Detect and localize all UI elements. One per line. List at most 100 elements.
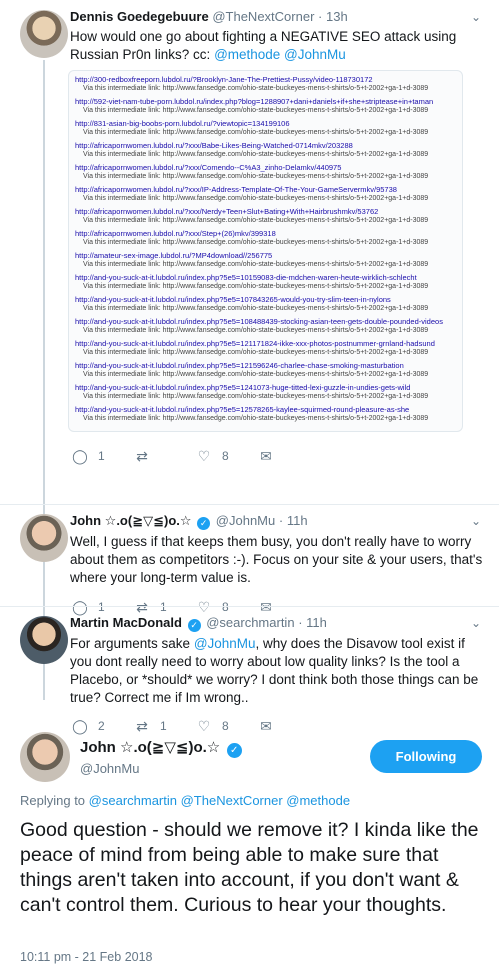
divider (0, 504, 499, 505)
divider (0, 606, 499, 607)
link-entry: http://amateur-sex-image.lubdol.ru/?MP4d… (75, 251, 456, 269)
reply-button[interactable]: ◯ 1 (72, 599, 134, 616)
link-url: http://africapornwomen.lubdol.ru/?xxx/Co… (75, 163, 342, 172)
reply-button[interactable]: ◯ 1 (72, 448, 134, 465)
link-url: http://africapornwomen.lubdol.ru/?xxx/St… (75, 229, 276, 238)
link-via-text: Via this intermediate link: http://www.f… (83, 393, 429, 400)
verified-badge-icon: ✓ (197, 517, 211, 530)
replying-to: Replying to @searchmartin @TheNextCorner… (20, 793, 350, 808)
envelope-icon: ✉ (258, 599, 274, 616)
link-via-text: Via this intermediate link: http://www.f… (83, 173, 429, 180)
following-button[interactable]: Following (370, 740, 482, 773)
direct-message-button[interactable]: ✉ (258, 718, 320, 735)
attached-image-link-list[interactable]: http://300-redboxfreeporn.lubdol.ru/?Bro… (68, 70, 463, 432)
author-name[interactable]: Dennis Goedegebuure (70, 9, 209, 24)
link-url: http://africapornwomen.lubdol.ru/?xxx/IP… (75, 185, 397, 194)
tweet-text: How would one go about fighting a NEGATI… (70, 28, 487, 64)
direct-message-button[interactable]: ✉ (258, 599, 320, 616)
replying-label: Replying to (20, 793, 89, 808)
link-entry: http://africapornwomen.lubdol.ru/?xxx/Co… (75, 163, 456, 181)
author-handle[interactable]: @JohnMu (216, 513, 275, 528)
author-name[interactable]: Martin MacDonald (70, 615, 182, 630)
retweet-icon: ⇄ (136, 447, 148, 464)
chevron-down-icon[interactable]: ⌄ (471, 10, 481, 24)
link-entry: http://africapornwomen.lubdol.ru/?xxx/IP… (75, 185, 456, 203)
tweet-text-part: For arguments sake (70, 636, 194, 651)
author-name[interactable]: John ☆.o(≧▽≦)o.☆ (80, 739, 220, 756)
like-count: 8 (222, 600, 229, 614)
like-count: 8 (222, 449, 229, 463)
retweet-button[interactable]: ⇄ (134, 448, 196, 465)
mention-links[interactable]: @methode @JohnMu (214, 47, 346, 62)
tweet-timestamp[interactable]: 10:11 pm - 21 Feb 2018 (20, 950, 153, 964)
replying-to-links[interactable]: @searchmartin @TheNextCorner @methode (89, 793, 350, 808)
avatar[interactable] (20, 732, 70, 782)
link-url: http://africapornwomen.lubdol.ru/?xxx/Ba… (75, 141, 353, 150)
link-via-text: Via this intermediate link: http://www.f… (83, 371, 429, 378)
like-count: 8 (222, 719, 229, 733)
tweet-dennis[interactable]: ⌄ Dennis Goedegebuure @TheNextCorner · 1… (0, 8, 499, 467)
tweet-actions: ◯ 1 ⇄ ♡ 8 ✉ (72, 445, 487, 467)
chevron-down-icon[interactable]: ⌄ (471, 514, 481, 528)
tweet-time[interactable]: 11h (287, 513, 308, 528)
link-entry: http://africapornwomen.lubdol.ru/?xxx/Ba… (75, 141, 456, 159)
link-url: http://amateur-sex-image.lubdol.ru/?MP4d… (75, 251, 273, 260)
tweet-time[interactable]: 13h (326, 9, 348, 24)
chevron-down-icon[interactable]: ⌄ (471, 616, 481, 630)
like-button[interactable]: ♡ 8 (196, 718, 258, 735)
tweet-actions: ◯ 2 ⇄ 1 ♡ 8 ✉ (72, 715, 487, 737)
link-via-text: Via this intermediate link: http://www.f… (83, 129, 429, 136)
link-url: http://300-redboxfreeporn.lubdol.ru/?Bro… (75, 75, 373, 84)
author-handle[interactable]: @TheNextCorner (212, 9, 314, 24)
author-name[interactable]: John ☆.o(≧▽≦)o.☆ (70, 513, 192, 528)
link-url: http://and-you-suck-at-it.lubdol.ru/inde… (75, 295, 391, 304)
tweet-john[interactable]: ⌄ John ☆.o(≧▽≦)o.☆ ✓ @JohnMu · 11h Well,… (0, 512, 499, 618)
tweet-text: Well, I guess if that keeps them busy, y… (70, 534, 483, 585)
link-url: http://592-viet-nam-tube-porn.lubdol.ru/… (75, 97, 434, 106)
link-entry: http://300-redboxfreeporn.lubdol.ru/?Bro… (75, 75, 456, 93)
direct-message-button[interactable]: ✉ (258, 448, 320, 465)
retweet-count: 1 (160, 600, 167, 614)
link-entry: http://592-viet-nam-tube-porn.lubdol.ru/… (75, 97, 456, 115)
link-url: http://and-you-suck-at-it.lubdol.ru/inde… (75, 405, 410, 414)
link-via-text: Via this intermediate link: http://www.f… (83, 261, 429, 268)
tweet-martin[interactable]: ⌄ Martin MacDonald ✓ @searchmartin · 11h… (0, 614, 499, 737)
dot-separator: · (298, 615, 303, 630)
link-via-text: Via this intermediate link: http://www.f… (83, 239, 429, 246)
link-url: http://and-you-suck-at-it.lubdol.ru/inde… (75, 317, 443, 326)
link-entry: http://and-you-suck-at-it.lubdol.ru/inde… (75, 405, 456, 423)
avatar[interactable] (20, 514, 68, 562)
reply-icon: ◯ (72, 447, 88, 464)
reply-button[interactable]: ◯ 2 (72, 718, 134, 735)
retweet-button[interactable]: ⇄1 (134, 599, 196, 616)
reply-count: 2 (98, 719, 105, 733)
verified-badge-icon: ✓ (226, 743, 242, 758)
link-entry: http://africapornwomen.lubdol.ru/?xxx/Ne… (75, 207, 456, 225)
author-handle[interactable]: @searchmartin (206, 615, 294, 630)
mention-link[interactable]: @JohnMu (194, 636, 256, 651)
link-entry: http://and-you-suck-at-it.lubdol.ru/inde… (75, 273, 456, 291)
tweet-text: For arguments sake @JohnMu, why does the… (70, 635, 487, 707)
link-via-text: Via this intermediate link: http://www.f… (83, 415, 429, 422)
avatar[interactable] (20, 10, 68, 58)
like-button[interactable]: ♡ 8 (196, 599, 258, 616)
link-url: http://and-you-suck-at-it.lubdol.ru/inde… (75, 361, 404, 370)
dot-separator: · (318, 9, 323, 24)
heart-icon: ♡ (197, 598, 211, 615)
retweet-count: 1 (160, 719, 167, 733)
retweet-button[interactable]: ⇄1 (134, 718, 196, 735)
author-handle[interactable]: @JohnMu (80, 761, 244, 776)
link-entry: http://and-you-suck-at-it.lubdol.ru/inde… (75, 317, 456, 335)
reply-count: 1 (98, 449, 105, 463)
link-entry: http://and-you-suck-at-it.lubdol.ru/inde… (75, 361, 456, 379)
link-via-text: Via this intermediate link: http://www.f… (83, 327, 429, 334)
tweet-time[interactable]: 11h (306, 615, 327, 630)
link-entry: http://831-asian-big-boobs-porn.lubdol.r… (75, 119, 456, 137)
like-button[interactable]: ♡ 8 (196, 448, 258, 465)
avatar[interactable] (20, 616, 68, 664)
main-author: John ☆.o(≧▽≦)o.☆ ✓ @JohnMu (80, 738, 244, 776)
link-via-text: Via this intermediate link: http://www.f… (83, 217, 429, 224)
link-url: http://and-you-suck-at-it.lubdol.ru/inde… (75, 339, 435, 348)
link-url: http://and-you-suck-at-it.lubdol.ru/inde… (75, 273, 417, 282)
link-url: http://831-asian-big-boobs-porn.lubdol.r… (75, 119, 290, 128)
